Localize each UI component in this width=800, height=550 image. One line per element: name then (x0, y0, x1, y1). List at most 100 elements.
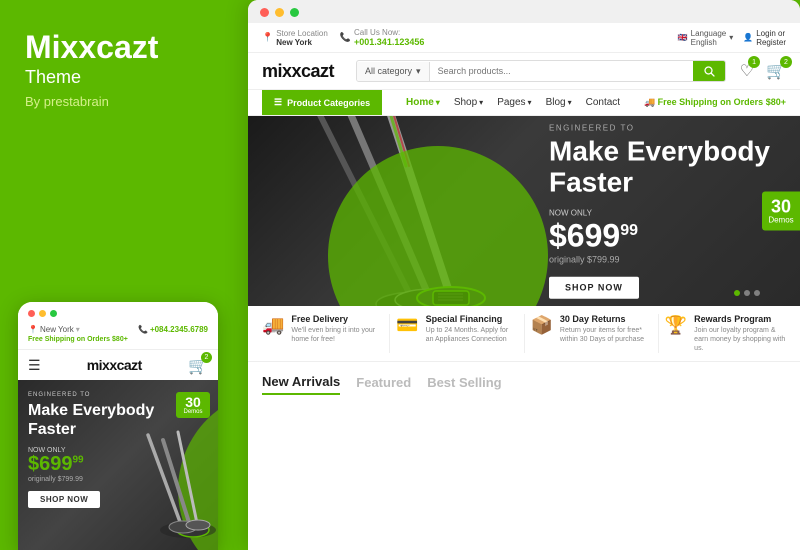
mobile-hamburger-icon: ☰ (28, 357, 41, 374)
hero-price: $69999 (549, 219, 770, 251)
store-phone-num: +001.341.123456 (354, 37, 424, 47)
user-icon: 👤 (743, 33, 753, 42)
hero-price-label: NOW ONLY (549, 208, 770, 217)
mobile-phone: 📞 +084.2345.6789 (138, 325, 208, 334)
store-language[interactable]: 🇬🇧 Language English ▾ (678, 29, 734, 47)
feature-financing-title: Special Financing (426, 314, 518, 324)
store-loc-label: Store Location (276, 29, 328, 38)
search-input[interactable] (430, 62, 693, 80)
mobile-loc-val: New York (40, 325, 74, 334)
mobile-orig-price: originally $799.99 (28, 476, 208, 483)
nav-home[interactable]: Home▾ (406, 97, 440, 108)
feature-divider-3 (658, 314, 659, 353)
mobile-hero-tag: ENGINEERED TO (28, 392, 208, 398)
store-logo: mixxcazt (262, 61, 342, 82)
cart-icon[interactable]: 🛒 2 (766, 61, 786, 81)
right-panel: 📍 Store Location New York 📞 Call Us Now:… (248, 0, 800, 550)
categories-button[interactable]: ☰ Product Categories (262, 90, 382, 115)
brand-author: By prestabrain (25, 94, 223, 109)
search-button[interactable] (693, 61, 725, 81)
features-bar: 🚚 Free Delivery We'll even bring it into… (248, 306, 800, 362)
mobile-logo-text: mixxcazt (87, 357, 142, 373)
feature-delivery-title: Free Delivery (291, 314, 383, 324)
feature-delivery-desc: We'll even bring it into your home for f… (291, 326, 383, 344)
store-phone: 📞 Call Us Now: +001.341.123456 (340, 28, 425, 47)
dot-yellow (39, 310, 46, 317)
mobile-hero-price: $69999 (28, 454, 208, 474)
browser-dot-green (290, 8, 299, 17)
menu-icon: ☰ (274, 97, 282, 108)
feature-rewards: 🏆 Rewards Program Join our loyalty progr… (665, 314, 786, 353)
dot-green (50, 310, 57, 317)
hero-orig-price: originally $799.99 (549, 254, 770, 264)
feature-divider-2 (524, 314, 525, 353)
dot-red (28, 310, 35, 317)
wishlist-icon[interactable]: ♡ 1 (740, 61, 754, 81)
wishlist-badge: 1 (748, 56, 760, 68)
mobile-cart-badge: 2 (201, 352, 212, 363)
store-hero: ENGINEERED TO Make Everybody Faster NOW … (248, 116, 800, 306)
feature-returns: 📦 30 Day Returns Return your items for f… (531, 314, 652, 344)
mobile-hero-title: Make Everybody Faster (28, 401, 208, 439)
call-label: Call Us Now: (354, 28, 424, 37)
flag-icon: 🇬🇧 (678, 33, 688, 42)
category-dropdown[interactable]: All category ▾ (357, 62, 430, 81)
store-loc-val: New York (276, 38, 328, 47)
hero-content: ENGINEERED TO Make Everybody Faster NOW … (549, 124, 770, 299)
mobile-mockup: 📍 New York ▾ 📞 +084.2345.6789 Free Shipp… (18, 302, 218, 550)
store-login[interactable]: 👤 Login or Register (743, 29, 786, 47)
hero-title: Make Everybody Faster (549, 137, 770, 199)
feature-free-delivery: 🚚 Free Delivery We'll even bring it into… (262, 314, 383, 344)
tab-featured[interactable]: Featured (356, 375, 411, 394)
store-navbar: ☰ Product Categories Home▾ Shop▾ Pages▾ … (248, 90, 800, 116)
mobile-logo: mixxcazt (87, 357, 142, 373)
topbar-left: 📍 Store Location New York 📞 Call Us Now:… (262, 28, 424, 47)
box-icon: 📦 (531, 315, 553, 336)
cart-badge: 2 (780, 56, 792, 68)
mobile-free-shipping: Free Shipping on Orders $80+ (28, 336, 208, 343)
store-searchbar: mixxcazt All category ▾ ♡ 1 🛒 2 (248, 53, 800, 90)
mobile-nav: ☰ mixxcazt 🛒 2 (18, 350, 218, 380)
wishlist-cart: ♡ 1 🛒 2 (740, 61, 786, 81)
hero-tag: ENGINEERED TO (549, 124, 770, 133)
lang-chevron-icon: ▾ (729, 33, 733, 42)
category-chevron-icon: ▾ (416, 66, 421, 77)
tab-new-arrivals[interactable]: New Arrivals (262, 374, 340, 395)
nav-blog[interactable]: Blog▾ (546, 97, 572, 108)
hero-shop-btn[interactable]: SHOP NOW (549, 276, 639, 298)
nav-shipping: 🚚 Free Shipping on Orders $80+ (644, 97, 786, 108)
location-pin-icon: 📍 (262, 32, 273, 43)
nav-contact[interactable]: Contact (586, 97, 620, 108)
truck-icon: 🚚 (262, 315, 284, 336)
feature-financing: 💳 Special Financing Up to 24 Months. App… (396, 314, 517, 344)
feature-rewards-desc: Join our loyalty program & earn money by… (694, 326, 786, 353)
product-tabs: New Arrivals Featured Best Selling (248, 362, 800, 403)
brand-title: Mixxcazt (25, 30, 223, 65)
nav-links: Home▾ Shop▾ Pages▾ Blog▾ Contact (406, 90, 620, 115)
feature-rewards-title: Rewards Program (694, 314, 786, 324)
store-location: 📍 Store Location New York (262, 29, 328, 47)
feature-returns-title: 30 Day Returns (560, 314, 652, 324)
browser-chrome (248, 0, 800, 23)
mobile-hero: ENGINEERED TO Make Everybody Faster NOW … (18, 380, 218, 550)
mobile-cart[interactable]: 🛒 2 (188, 356, 208, 374)
feature-divider-1 (389, 314, 390, 353)
demos-label: Demos (766, 216, 796, 225)
feature-financing-desc: Up to 24 Months. Apply for an Appliances… (426, 326, 518, 344)
mobile-shop-btn[interactable]: SHOP NOW (28, 491, 100, 508)
left-panel: Mixxcazt Theme By prestabrain 📍 New York… (0, 0, 248, 550)
nav-shop[interactable]: Shop▾ (454, 97, 483, 108)
phone-topbar-icon: 📞 (340, 32, 351, 43)
category-label: All category (365, 66, 412, 76)
demos-num: 30 (766, 198, 796, 216)
feature-returns-desc: Return your items for free* within 30 Da… (560, 326, 652, 344)
phone-icon: 📞 (138, 325, 148, 334)
browser-dot-red (260, 8, 269, 17)
mobile-top-bar (18, 302, 218, 321)
store-topbar: 📍 Store Location New York 📞 Call Us Now:… (248, 23, 800, 53)
tab-best-selling[interactable]: Best Selling (427, 375, 501, 394)
browser-dot-yellow (275, 8, 284, 17)
mobile-location: 📍 New York ▾ (28, 325, 80, 334)
pin-icon: 📍 (28, 325, 38, 334)
nav-pages[interactable]: Pages▾ (497, 97, 531, 108)
